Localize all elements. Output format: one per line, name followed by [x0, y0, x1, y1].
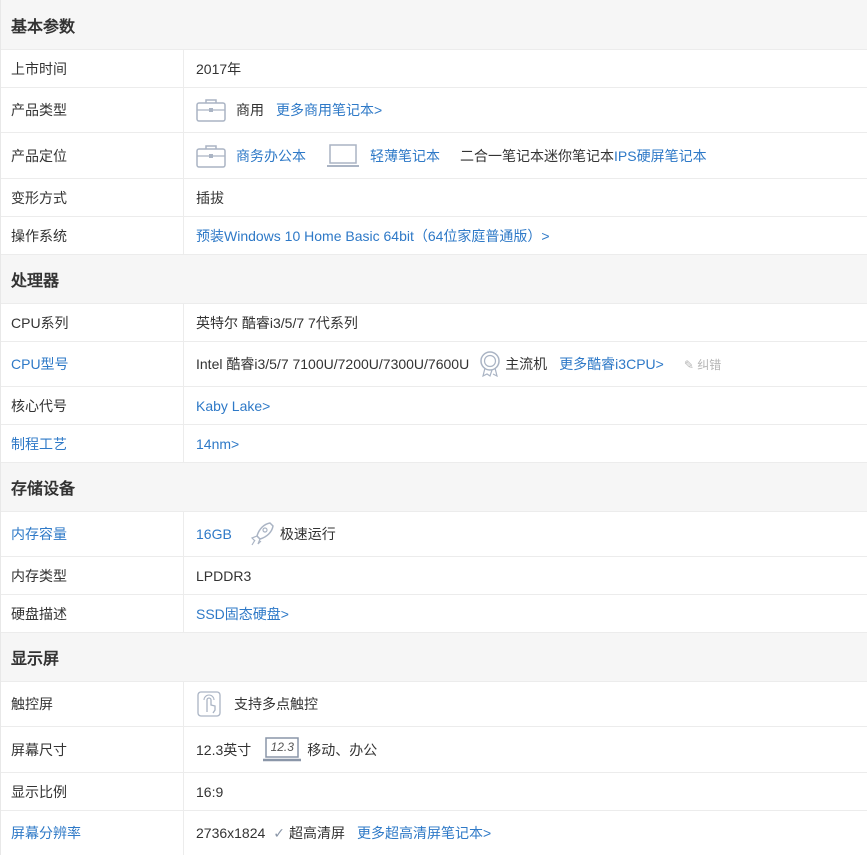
spec-label-link[interactable]: 屏幕分辨率 — [1, 811, 184, 855]
spec-value-group: 16GB 极速运行 — [184, 512, 867, 556]
spec-value: 商用 — [236, 102, 264, 118]
spec-value: 12.3英寸 — [196, 741, 252, 758]
row-os: 操作系统 预装Windows 10 Home Basic 64bit（64位家庭… — [1, 217, 867, 255]
row-codename: 核心代号 Kaby Lake> — [1, 387, 867, 425]
more-hd-laptops-link[interactable]: 更多超高清屏笔记本> — [357, 823, 491, 843]
row-cpu-series: CPU系列 英特尔 酷睿i3/5/7 7代系列 — [1, 304, 867, 342]
ssd-link[interactable]: SSD固态硬盘> — [196, 604, 289, 624]
edit-icon: ✎ — [683, 357, 694, 372]
spec-label: 屏幕尺寸 — [1, 727, 184, 772]
spec-table: 基本参数 上市时间 2017年 产品类型 商用 更多商用笔记本> 产品定位 商务… — [0, 0, 867, 855]
business-office-link[interactable]: 商务办公本 — [236, 146, 306, 166]
spec-value: 2736x1824 — [196, 825, 266, 841]
report-error-button[interactable]: ✎ 纠错 — [684, 356, 721, 373]
section-title: 存储设备 — [11, 481, 76, 498]
section-basic-params: 基本参数 — [1, 0, 867, 50]
medal-icon — [479, 351, 501, 377]
section-storage: 存储设备 — [1, 463, 867, 512]
spec-value: 支持多点触控 — [234, 696, 318, 712]
thin-light-laptop-link[interactable]: 轻薄笔记本 — [370, 146, 440, 166]
rocket-icon — [250, 521, 274, 547]
hd-badge: 超高清屏 — [289, 825, 346, 841]
spec-value: 插拔 — [196, 189, 224, 206]
row-memory-capacity: 内存容量 16GB 极速运行 — [1, 512, 867, 557]
spec-label: 核心代号 — [1, 387, 184, 424]
spec-value: Intel 酷睿i3/5/7 7100U/7200U/7300U/7600U — [196, 356, 470, 372]
spec-label: 硬盘描述 — [1, 595, 184, 632]
spec-label: 变形方式 — [1, 179, 184, 216]
section-title: 处理器 — [11, 273, 60, 290]
row-touchscreen: 触控屏 支持多点触控 — [1, 682, 867, 727]
spec-label: 显示比例 — [1, 773, 184, 810]
spec-value: 英特尔 酷睿i3/5/7 7代系列 — [196, 314, 358, 331]
row-aspect-ratio: 显示比例 16:9 — [1, 773, 867, 811]
row-product-positioning: 产品定位 商务办公本 轻薄笔记本 二合一笔记本迷你笔记本 IPS硬屏笔记本 — [1, 133, 867, 179]
spec-value-group: 12.3英寸 12.3 移动、办公 — [184, 727, 867, 772]
briefcase-icon — [196, 97, 226, 123]
more-business-laptops-link[interactable]: 更多商用笔记本> — [276, 100, 382, 120]
spec-label-link[interactable]: 制程工艺 — [1, 425, 184, 462]
spec-value-group: 商务办公本 轻薄笔记本 二合一笔记本迷你笔记本 IPS硬屏笔记本 — [184, 133, 867, 178]
ips-screen-laptop-link[interactable]: IPS硬屏笔记本 — [614, 146, 707, 166]
section-title: 显示屏 — [11, 651, 60, 668]
row-memory-type: 内存类型 LPDDR3 — [1, 557, 867, 595]
memory-16gb-link[interactable]: 16GB — [196, 526, 232, 542]
section-display: 显示屏 — [1, 633, 867, 682]
briefcase-icon — [196, 143, 226, 169]
section-title: 基本参数 — [11, 18, 76, 36]
spec-label-link[interactable]: 内存容量 — [1, 512, 184, 556]
spec-value: 16:9 — [196, 783, 224, 800]
spec-value: LPDDR3 — [196, 567, 252, 584]
more-i3-cpu-link[interactable]: 更多酷睿i3CPU> — [559, 354, 664, 374]
spec-label: 产品定位 — [1, 133, 184, 178]
row-resolution: 屏幕分辨率 2736x1824 ✓ 超高清屏 更多超高清屏笔记本> — [1, 811, 867, 855]
spec-label: CPU系列 — [1, 304, 184, 341]
spec-value: 二合一笔记本迷你笔记本 — [460, 147, 614, 164]
row-cpu-model: CPU型号 Intel 酷睿i3/5/7 7100U/7200U/7300U/7… — [1, 342, 867, 387]
screen-size-icon: 12.3 — [263, 736, 302, 763]
spec-label: 内存类型 — [1, 557, 184, 594]
spec-value-group: 支持多点触控 — [184, 682, 867, 726]
kaby-lake-link[interactable]: Kaby Lake> — [196, 398, 270, 414]
row-transform: 变形方式 插拔 — [1, 179, 867, 217]
spec-label: 上市时间 — [1, 50, 184, 87]
row-process: 制程工艺 14nm> — [1, 425, 867, 463]
spec-value-group: 商用 更多商用笔记本> — [184, 88, 867, 132]
process-14nm-link[interactable]: 14nm> — [196, 436, 239, 452]
spec-label: 操作系统 — [1, 217, 184, 254]
check-icon: ✓ — [273, 824, 286, 841]
spec-label: 触控屏 — [1, 682, 184, 726]
os-link[interactable]: 预装Windows 10 Home Basic 64bit（64位家庭普通版）> — [196, 226, 550, 246]
section-processor: 处理器 — [1, 255, 867, 304]
mainstream-badge: 主流机 — [505, 356, 548, 372]
spec-value-group: 2736x1824 ✓ 超高清屏 更多超高清屏笔记本> — [184, 811, 867, 855]
speed-badge: 极速运行 — [279, 526, 336, 542]
usage-badge: 移动、办公 — [307, 741, 378, 758]
spec-label: 产品类型 — [1, 88, 184, 132]
spec-value: 2017年 — [196, 60, 242, 77]
spec-value-group: Intel 酷睿i3/5/7 7100U/7200U/7300U/7600U 主… — [184, 342, 867, 386]
row-disk: 硬盘描述 SSD固态硬盘> — [1, 595, 867, 633]
touch-hand-icon — [196, 690, 222, 718]
row-launch-date: 上市时间 2017年 — [1, 50, 867, 88]
row-product-type: 产品类型 商用 更多商用笔记本> — [1, 88, 867, 133]
laptop-icon — [326, 143, 360, 169]
row-screen-size: 屏幕尺寸 12.3英寸 12.3 移动、办公 — [1, 727, 867, 773]
spec-label-link[interactable]: CPU型号 — [1, 342, 184, 386]
